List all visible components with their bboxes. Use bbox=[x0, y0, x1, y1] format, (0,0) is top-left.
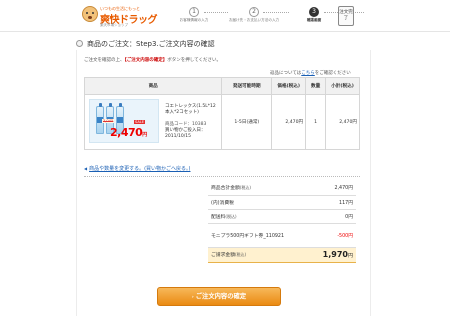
summary-row: (内)消費税 117円 bbox=[208, 195, 356, 210]
table-row: 3,045 SALE 2,470円 コエトレックス(1.5L*12本入*2コセッ… bbox=[83, 94, 360, 150]
summary-row: 配送料(税込) 0円 bbox=[208, 209, 356, 224]
image-sale-tag: SALE bbox=[134, 120, 146, 124]
guide-prefix: ご注文を確認の上、 bbox=[84, 58, 125, 63]
col-header-ship: 発送可能時期 bbox=[221, 77, 273, 95]
summary-total-row: ご請求金額(税込) 1,970円 bbox=[208, 246, 356, 263]
content-border-right bbox=[370, 50, 371, 316]
total-label: ご請求金額(税込) bbox=[208, 246, 304, 263]
confirm-order-button[interactable]: › ご注文内容の確定 bbox=[157, 287, 281, 306]
order-items-table: 商品 発送可能時期 価格(税込) 数量 小計(税込) 3,045 SALE 2,… bbox=[83, 77, 360, 150]
order-complete-step: 注文完了 bbox=[338, 6, 354, 26]
summary-label: 配送料(税込) bbox=[208, 209, 304, 224]
change-items-label: 商品や数量を変更する。(買い物かごへ戻る。) bbox=[89, 166, 191, 172]
dog-mascot-icon bbox=[82, 6, 98, 22]
qty-cell: 1 bbox=[305, 94, 327, 150]
summary-row-gift: モニプラ500円ギフト券_110921 -500円 bbox=[208, 223, 356, 248]
step-label: お客様情報の入力 bbox=[179, 18, 209, 22]
step-1: 1 お客様情報の入力 bbox=[164, 7, 224, 23]
return-policy-link[interactable]: こちら bbox=[301, 71, 315, 76]
summary-label: (内)消費税 bbox=[208, 195, 304, 210]
summary-label: 商品合計金額(税込) bbox=[208, 181, 304, 196]
content-border-left bbox=[76, 50, 77, 316]
col-header-subtotal: 小計(税込) bbox=[325, 77, 360, 95]
ship-cell: 1-5日(通常) bbox=[221, 94, 273, 150]
product-name[interactable]: コエトレックス(1.5L*12本入*2コセット) bbox=[165, 104, 217, 116]
step-3: 3 確認画面 bbox=[284, 7, 344, 23]
table-header-row: 商品 発送可能時期 価格(税込) 数量 小計(税込) bbox=[83, 77, 360, 95]
summary-amount: -500円 bbox=[304, 223, 356, 248]
total-amount: 1,970円 bbox=[304, 246, 356, 263]
divider bbox=[84, 176, 360, 177]
return-suffix: をご確認ください bbox=[314, 71, 351, 76]
col-header-price: 価格(税込) bbox=[271, 77, 307, 95]
guide-suffix: ボタンを押してください。 bbox=[167, 58, 221, 63]
step-number: 3 bbox=[309, 7, 319, 17]
site-logo[interactable]: いつもの生活にもっと 爽快ドラッグ 楽天市場ショップ bbox=[82, 6, 162, 28]
image-original-price: 3,045 bbox=[102, 119, 115, 123]
image-price-value: 2,470 bbox=[110, 126, 143, 139]
price-cell: 2,470円 bbox=[271, 94, 307, 150]
arrow-left-icon: ◀ bbox=[84, 166, 88, 171]
col-header-qty: 数量 bbox=[305, 77, 327, 95]
summary-amount: 117円 bbox=[304, 195, 356, 210]
return-note: 返品についてはこちらをご確認ください bbox=[270, 70, 351, 76]
page-title-bar: 商品のご注文：Step3.ご注文内容の確認 bbox=[76, 38, 376, 50]
guide-text: ご注文を確認の上、【ご注文内容の確定】ボタンを押してください。 bbox=[84, 57, 221, 63]
summary-amount: 0円 bbox=[304, 209, 356, 224]
logo-sub: 楽天市場ショップ bbox=[100, 23, 128, 27]
step-2: 2 お届け先・お支払い方法の入力 bbox=[224, 7, 284, 23]
arrow-right-icon: › bbox=[191, 295, 194, 300]
product-cell: 3,045 SALE 2,470円 コエトレックス(1.5L*12本入*2コセッ… bbox=[83, 94, 223, 150]
summary-label: モニプラ500円ギフト券_110921 bbox=[208, 223, 304, 248]
summary-amount: 2,470円 bbox=[304, 181, 356, 196]
step-number: 1 bbox=[189, 7, 199, 17]
product-image[interactable]: 3,045 SALE 2,470円 bbox=[89, 99, 159, 143]
subtotal-cell: 2,470円 bbox=[325, 94, 360, 150]
product-info: コエトレックス(1.5L*12本入*2コセット) 商品コード：10383 買い物… bbox=[165, 104, 217, 140]
return-prefix: 返品については bbox=[270, 71, 302, 76]
order-summary: 商品合計金額(税込) 2,470円 (内)消費税 117円 配送料(税込) 0円… bbox=[208, 181, 356, 263]
product-cart-date: 買い物かご投入日：2011/10/15 bbox=[165, 128, 206, 139]
confirm-order-label: ご注文内容の確定 bbox=[195, 293, 247, 300]
step-label: お届け先・お支払い方法の入力 bbox=[228, 18, 280, 22]
summary-row: 商品合計金額(税込) 2,470円 bbox=[208, 181, 356, 196]
image-price-badge: 2,470円 bbox=[110, 126, 147, 139]
title-bullet-icon bbox=[76, 40, 83, 47]
image-price-unit: 円 bbox=[142, 132, 147, 138]
step-label: 確認画面 bbox=[306, 18, 322, 22]
step-number: 2 bbox=[249, 7, 259, 17]
change-items-link[interactable]: ◀ 商品や数量を変更する。(買い物かごへ戻る。) bbox=[84, 165, 190, 172]
header: いつもの生活にもっと 爽快ドラッグ 楽天市場ショップ 1 お客様情報の入力 2 … bbox=[0, 0, 450, 32]
page-title: 商品のご注文：Step3.ご注文内容の確認 bbox=[87, 40, 215, 48]
guide-strong: 【ご注文内容の確定】 bbox=[124, 58, 168, 63]
col-header-product: 商品 bbox=[83, 77, 223, 95]
